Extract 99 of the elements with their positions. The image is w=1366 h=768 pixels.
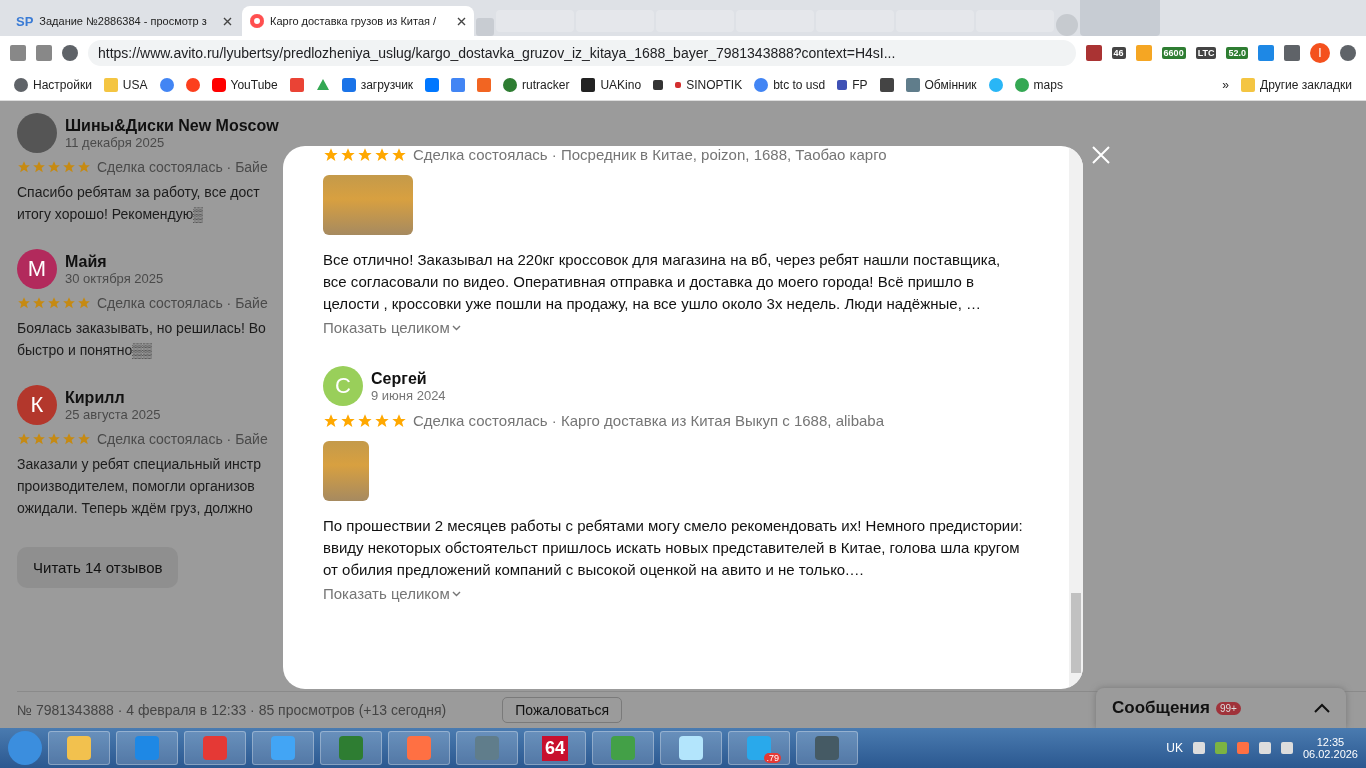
unread-badge: .79 (764, 753, 781, 763)
messages-label: Сообщения (1112, 698, 1210, 718)
review-meta: Сделка состоялась · Байе (97, 159, 268, 175)
reviewer-name: Сергей (371, 369, 428, 388)
bookmark-link[interactable]: maps (1033, 78, 1063, 92)
chevron-down-icon (451, 324, 461, 331)
start-button-icon (8, 731, 42, 765)
avatar-photo-placeholder (17, 113, 57, 153)
app-icon (203, 736, 227, 760)
extension-badge: 52.0 (1226, 47, 1248, 59)
review-text: Заказали у ребят специальный инстр (17, 455, 262, 474)
review-text: ожидали. Теперь ждём груз, должно (17, 499, 254, 518)
site-logo: SP (16, 13, 34, 29)
review-text: Все отлично! Заказывал на 220кг кроссовок для магазина на вб, через ребят нашли поставщика, все согласовали по видео. Оперативная отправка и доставка до моего города! Всё пришло в целости , кроссовки уже пошли на продажу, на все ушло около 3х недель. Люди надёжные, … (323, 250, 1002, 314)
review-date: 30 октября 2025 (65, 270, 164, 286)
taskbar-app[interactable] (456, 731, 518, 765)
review-text: Спасибо ребятам за работу, все дост (17, 183, 261, 202)
taskbar-app[interactable] (116, 731, 178, 765)
app-icon (67, 736, 91, 760)
chevron-up-icon[interactable] (1314, 703, 1330, 713)
listing-info: № 7981343888 · 4 февраля в 12:33 · 85 просмотров (+13 сегодня) (17, 702, 447, 718)
bookmark-link[interactable]: UAKino (600, 78, 642, 92)
clock[interactable]: 12:35 06.02.2026 (1302, 736, 1358, 760)
extension-badge: 6600 (1161, 47, 1186, 59)
browser-tab[interactable]: Карго доставка грузов из Китая / (242, 6, 474, 36)
app-icon (611, 736, 635, 760)
review-text: Боялась заказывать, но решилась! Во (17, 319, 267, 338)
chevron-down-icon (451, 590, 461, 597)
tab-title: Карго доставка грузов из Китая / (270, 15, 438, 27)
app-icon (271, 736, 295, 760)
avatar: М (17, 249, 57, 289)
review-date: 11 декабря 2025 (65, 134, 166, 150)
review-date: 9 июня 2024 (371, 387, 446, 403)
close-icon[interactable] (223, 16, 232, 26)
reviewer-name: Шины&Диски New Moscow (65, 116, 279, 135)
taskbar-app[interactable] (320, 731, 382, 765)
unread-badge: 99+ (1216, 701, 1241, 715)
app-icon (475, 736, 499, 760)
review-text: производителем, помогли организов (17, 477, 256, 496)
show-more-link[interactable]: Показать целиком (323, 319, 461, 336)
folder-icon (1241, 78, 1256, 92)
taskbar-app[interactable] (184, 731, 246, 765)
close-icon[interactable] (457, 16, 466, 26)
show-more-link[interactable]: Показать целиком (323, 585, 461, 602)
messages-panel[interactable]: Сообщения 99+ (1096, 688, 1346, 728)
triangle-icon (315, 78, 330, 92)
app-icon (339, 736, 363, 760)
app-icon (407, 736, 431, 760)
bookmark-link[interactable]: Настройки (33, 78, 92, 92)
bookmark-link[interactable]: Другие закладки (1260, 78, 1352, 92)
bookmark-link[interactable]: FP (852, 78, 868, 92)
site-icon (250, 14, 264, 28)
bookmark-link[interactable]: SINOPTIK (686, 78, 743, 92)
extension-badge: 46 (1111, 47, 1126, 59)
photo-placeholder[interactable] (323, 175, 413, 235)
report-button[interactable]: Пожаловаться (502, 697, 623, 723)
taskbar-app[interactable]: .79 (728, 731, 790, 765)
tray-icon (1236, 742, 1249, 754)
app-icon (815, 736, 839, 760)
tab-title: Задание №2886384 - просмотр з (39, 15, 208, 27)
bookmark-link[interactable]: USA (122, 78, 148, 92)
review-meta: Сделка состоялась · Посредник в Китае, poizon, 1688, Таобао карго (413, 146, 887, 163)
taskbar-app[interactable] (252, 731, 314, 765)
taskbar-app[interactable] (660, 731, 722, 765)
review-meta: Сделка состоялась · Карго доставка из Китая Выкуп с 1688, alibaba (413, 412, 884, 429)
tray-icon (1214, 742, 1227, 754)
folder-icon (103, 78, 118, 92)
review-text: быстро и понятно▒▒ (17, 341, 154, 361)
address-field[interactable]: https://www.avito.ru/lyubertsy/predlozheniya_uslug/kargo_dostavka_gruzov_iz_kitaya_1688_bayer_7981343888?context=H4sI... (88, 40, 1076, 66)
taskbar-app[interactable] (388, 731, 450, 765)
bookmark-link[interactable]: btc to usd (773, 78, 826, 92)
bookmark-link[interactable]: Обмінник (924, 78, 977, 92)
bookmark-link[interactable]: rutracker (522, 78, 570, 92)
review-meta: Сделка состоялась · Байе (97, 431, 268, 447)
taskbar-app[interactable] (592, 731, 654, 765)
review-text: По прошествии 2 месяцев работы с ребятами могу смело рекомендовать их! Немного предистории: ввиду некоторых обстоятельст пришлось искать новых представителей в Китае, голова шла кругом от обилия предложений компаний с высокой оценкой на авито и не только.… (323, 516, 1023, 580)
dropdown-icon (1056, 14, 1078, 36)
avatar: К (17, 385, 57, 425)
review-meta: Сделка состоялась · Байе (97, 295, 268, 311)
photo-placeholder[interactable] (323, 441, 369, 501)
app-icon (679, 736, 703, 760)
more-bookmarks[interactable]: » (1222, 78, 1230, 92)
reviewer-name: Майя (65, 252, 108, 271)
reviewer-name: Кирилл (65, 388, 126, 407)
extension-badge: LTC (1195, 47, 1217, 59)
app-number-label: 64 (542, 735, 568, 761)
read-reviews-button[interactable]: Читать 14 отзывов (17, 547, 179, 588)
bookmark-link[interactable]: YouTube (230, 78, 278, 92)
review-text: итогу хорошо! Рекомендую▒ (17, 205, 205, 225)
bookmark-link[interactable]: загрузчик (360, 78, 414, 92)
taskbar-app[interactable] (48, 731, 110, 765)
taskbar-app[interactable]: 64 (524, 731, 586, 765)
taskbar-app[interactable] (796, 731, 858, 765)
avatar: С (323, 366, 363, 406)
browser-tab[interactable]: SP Задание №2886384 - просмотр з (8, 6, 240, 36)
scrollbar[interactable] (1069, 146, 1083, 689)
app-icon (135, 736, 159, 760)
review-date: 25 августа 2025 (65, 406, 161, 422)
language-indicator[interactable]: UK (1166, 741, 1183, 755)
